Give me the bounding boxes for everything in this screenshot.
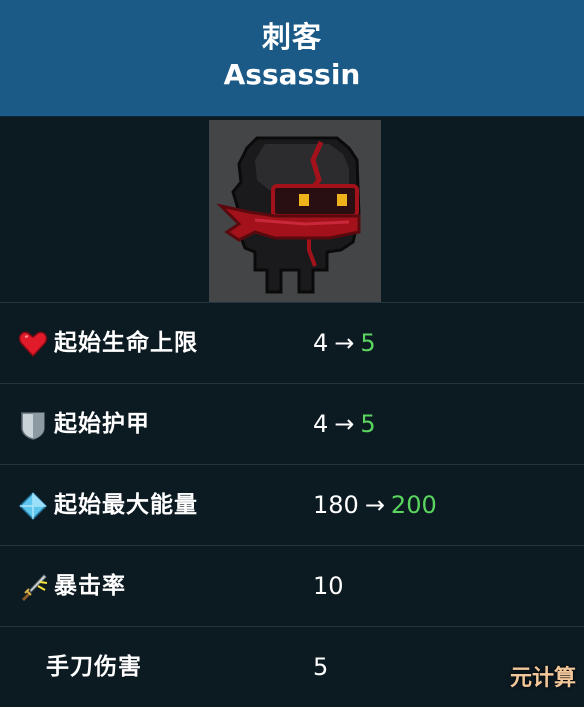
- stat-value: 4 → 5: [313, 303, 376, 383]
- stat-row-max-energy: 起始最大能量 180 → 200: [0, 464, 584, 545]
- new-value: 5: [360, 410, 376, 438]
- energy-crystal-icon: [18, 491, 48, 521]
- stat-value: 5: [313, 653, 329, 681]
- stat-row-melee-damage: 手刀伤害 5: [0, 626, 584, 707]
- arrow: →: [334, 329, 355, 357]
- watermark: 元计算: [509, 666, 576, 691]
- stat-row-armor: 起始护甲 4 → 5: [0, 383, 584, 464]
- old-value: 4: [313, 329, 329, 357]
- new-value: 5: [360, 329, 376, 357]
- arrow: →: [364, 491, 385, 519]
- stat-label: 起始生命上限: [54, 330, 198, 356]
- heart-icon: [18, 331, 48, 358]
- stat-label: 暴击率: [54, 573, 126, 599]
- stat-value: 180 → 200: [313, 465, 437, 545]
- stat-value: 10: [313, 572, 344, 600]
- shield-icon: [21, 412, 45, 440]
- stat-label: 起始最大能量: [54, 492, 198, 518]
- portrait-area: [0, 117, 584, 302]
- title-english: Assassin: [223, 58, 361, 91]
- assassin-portrait: [209, 120, 381, 302]
- arrow: →: [334, 410, 355, 438]
- assassin-sprite-icon: [216, 136, 361, 294]
- old-value: 180: [313, 491, 359, 519]
- stat-value: 4 → 5: [313, 384, 376, 464]
- title-chinese: 刺客: [261, 20, 322, 54]
- stat-label: 手刀伤害: [46, 654, 142, 680]
- stat-label: 起始护甲: [54, 411, 150, 437]
- new-value: 200: [390, 491, 437, 519]
- stat-row-max-hp: 起始生命上限 4 → 5: [0, 302, 584, 383]
- stat-row-crit-rate: 暴击率 10: [0, 545, 584, 626]
- crit-dagger-icon: [22, 574, 48, 601]
- page-header: 刺客 Assassin: [0, 0, 584, 117]
- old-value: 4: [313, 410, 329, 438]
